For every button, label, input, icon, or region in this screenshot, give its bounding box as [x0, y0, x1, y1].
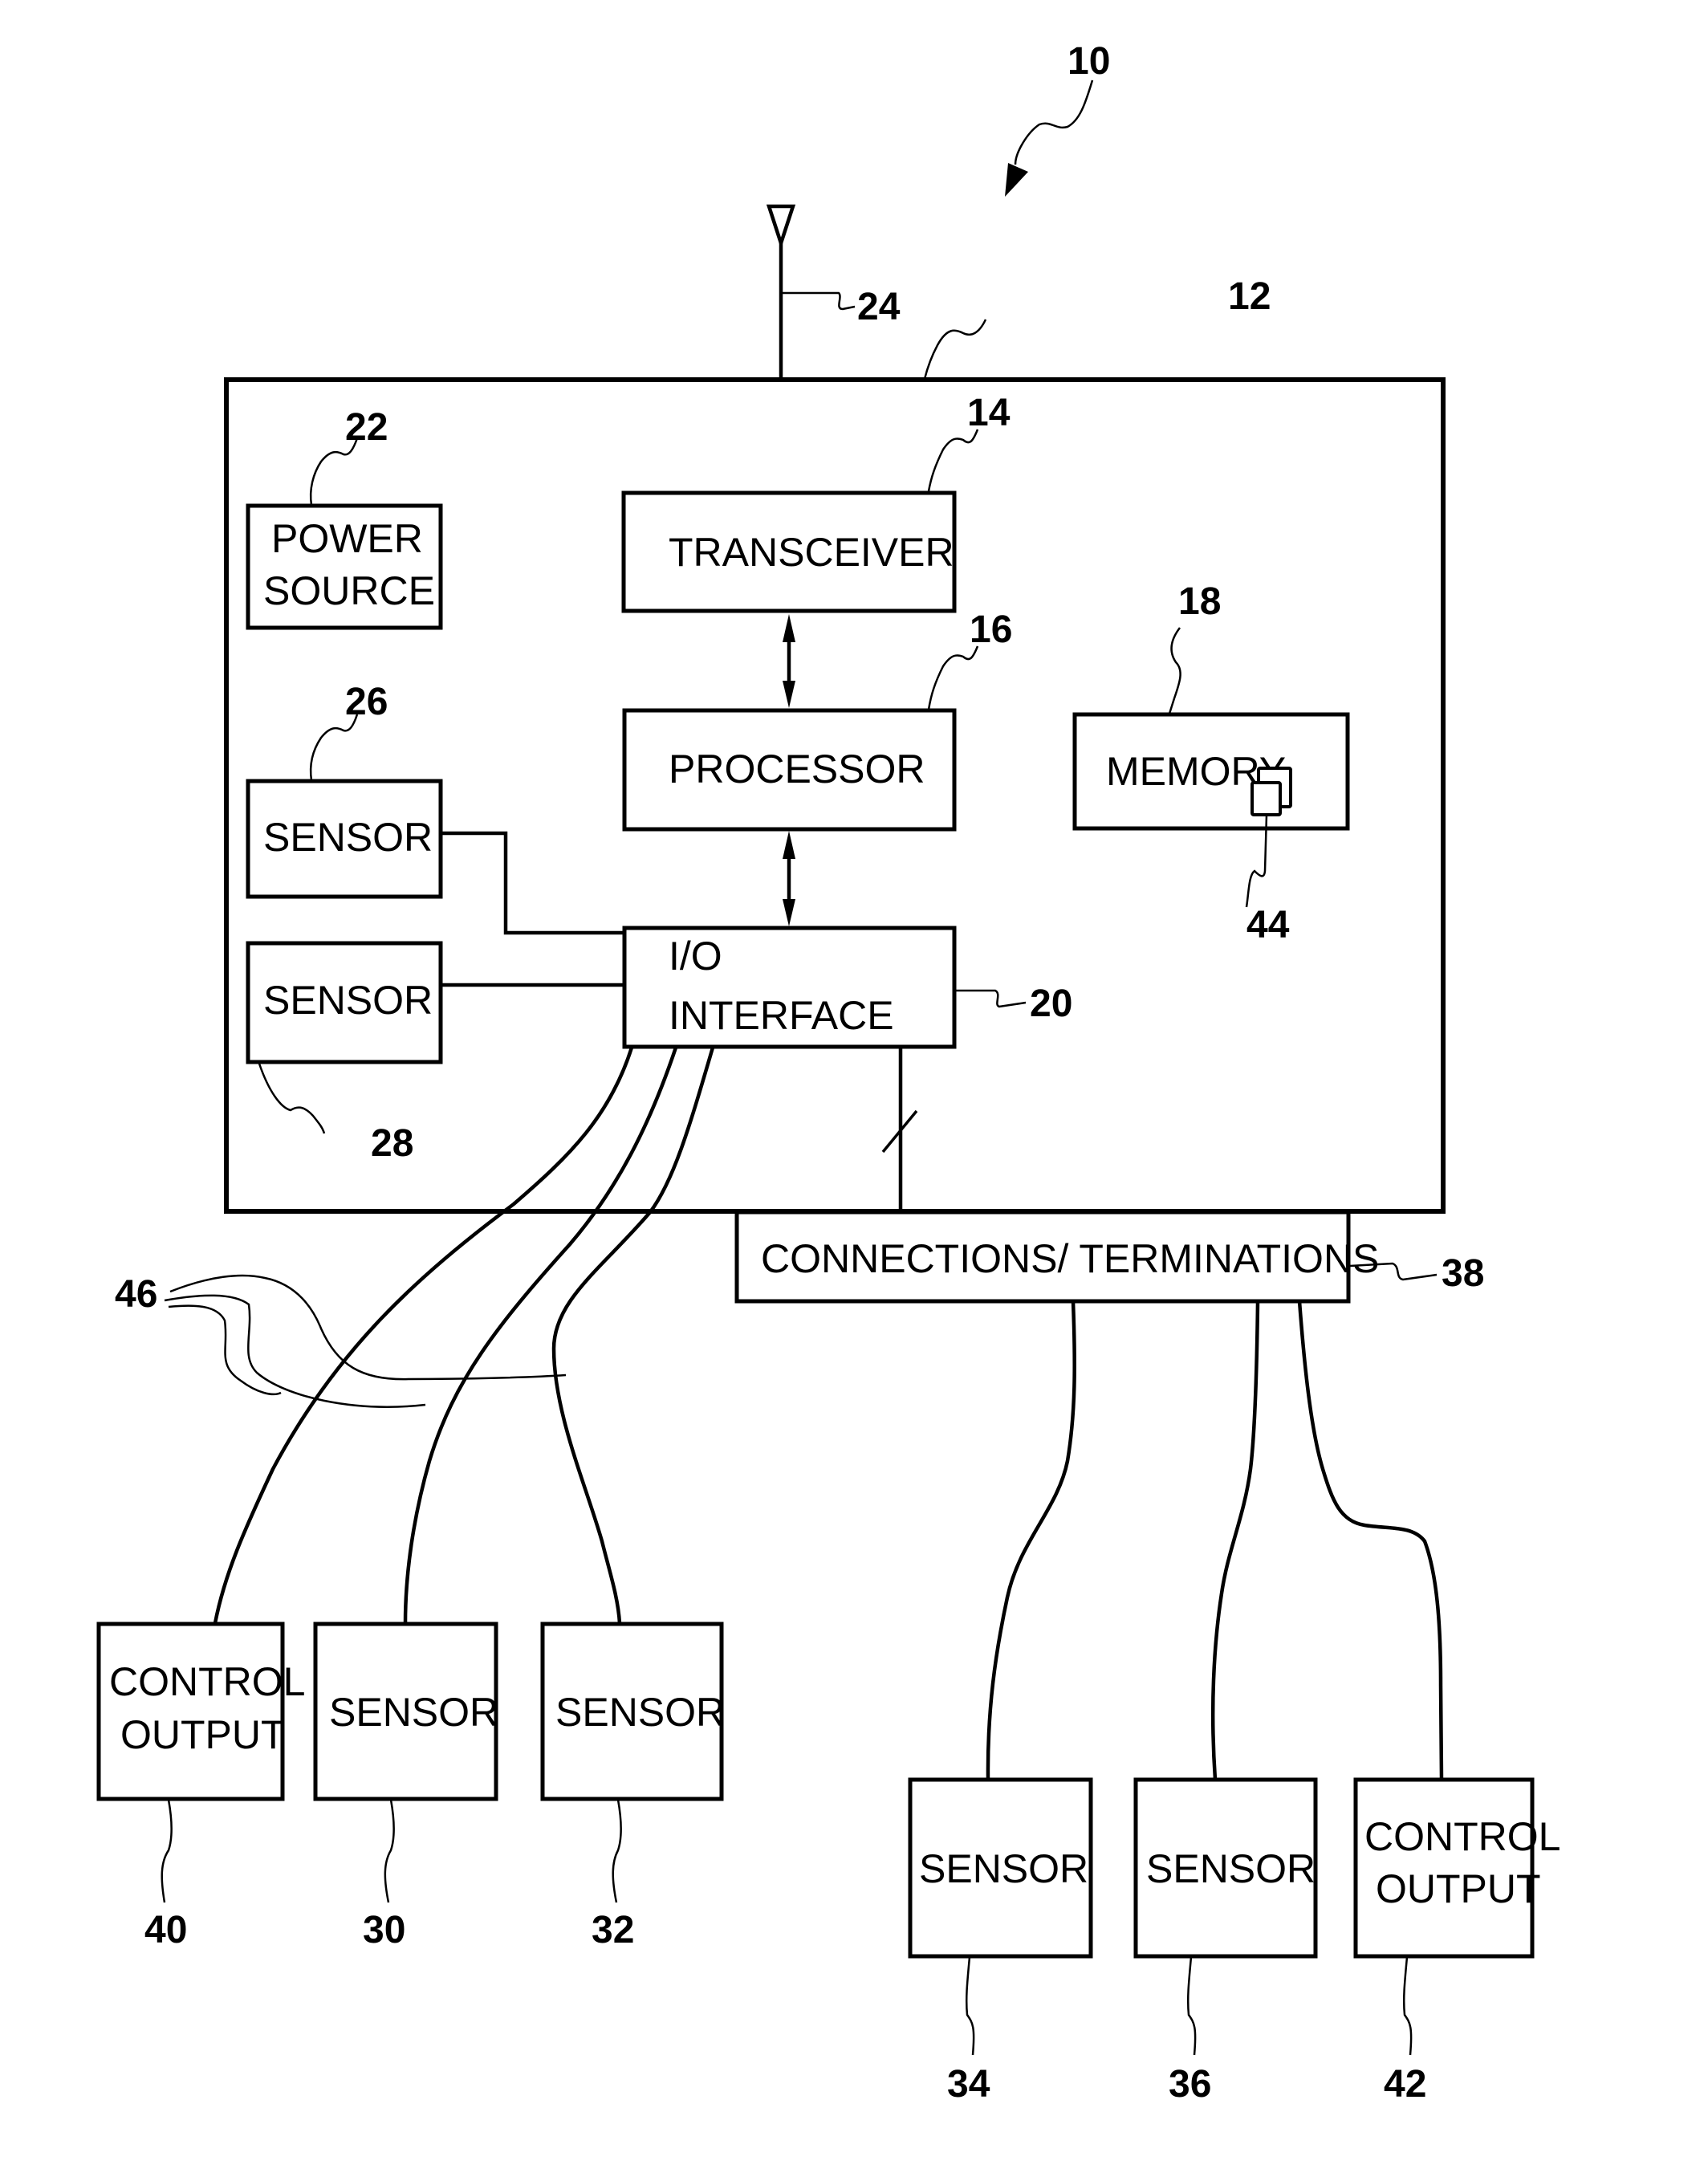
ref-32-leader: [612, 1799, 622, 1903]
ref-30-leader: [384, 1799, 395, 1903]
ref-26: 26: [345, 681, 388, 723]
ref-40-leader: [161, 1799, 173, 1903]
ref-38: 38: [1442, 1252, 1484, 1295]
ref-32: 32: [592, 1909, 634, 1951]
ref-34: 34: [947, 2063, 990, 2106]
ref-46: 46: [115, 1273, 157, 1316]
io-interface-label-line1: I/O: [669, 934, 722, 979]
internal-sensor-28-label: SENSOR: [263, 978, 433, 1023]
ref-24: 24: [857, 286, 901, 328]
ref-42-leader: [1402, 1956, 1413, 2056]
io-interface-label-line2: INTERFACE: [669, 993, 894, 1038]
connections-terminations-label: CONNECTIONS/ TERMINATIONS: [761, 1236, 1379, 1281]
control-output-40-block: [96, 1622, 285, 1801]
block-diagram: 10 24 12 TRANSCEIVER 14 PROCESSOR 16 I/O…: [96, 40, 1560, 2106]
sensor-30-label: SENSOR: [329, 1690, 498, 1735]
processor-label: PROCESSOR: [669, 747, 925, 791]
wire-connections-to-sensor-34: [986, 1300, 1076, 1780]
ref-36-leader: [1186, 1956, 1197, 2056]
ref-16: 16: [970, 608, 1012, 651]
control-output-42-label-line2: OUTPUT: [1376, 1866, 1541, 1911]
ref-22: 22: [345, 406, 388, 449]
ref-12: 12: [1228, 275, 1271, 318]
power-source-label-line1: POWER: [271, 516, 423, 561]
power-source-label-line2: SOURCE: [263, 568, 435, 613]
control-output-42-label-line1: CONTROL: [1364, 1814, 1560, 1859]
ref-24-leader: [783, 291, 856, 311]
sensor-34-label: SENSOR: [919, 1846, 1088, 1891]
ref-12-leader: [923, 319, 987, 380]
wire-connections-to-sensor-36: [1210, 1300, 1260, 1780]
ref-46-leader-3: [168, 1304, 282, 1396]
antenna-icon: [766, 204, 796, 250]
ref-42: 42: [1384, 2063, 1426, 2106]
ref-10-arrowhead-icon: [1005, 163, 1028, 197]
ref-36: 36: [1169, 2063, 1211, 2106]
control-output-40-label-line2: OUTPUT: [120, 1712, 286, 1757]
transceiver-label: TRANSCEIVER: [669, 530, 954, 575]
memory-module-front-icon: [1250, 781, 1282, 816]
ref-44: 44: [1246, 904, 1290, 946]
ref-10-leader: [1014, 79, 1094, 165]
ref-34-leader: [965, 1956, 975, 2056]
internal-sensor-26-label: SENSOR: [263, 815, 433, 860]
ref-40: 40: [144, 1909, 187, 1951]
wire-connections-to-control-output-42: [1297, 1300, 1444, 1780]
ref-28: 28: [371, 1122, 413, 1165]
ref-20: 20: [1030, 983, 1072, 1025]
ref-18: 18: [1178, 580, 1221, 623]
sensor-32-label: SENSOR: [555, 1690, 725, 1735]
ref-30: 30: [363, 1909, 405, 1951]
ref-46-leader-1: [169, 1274, 567, 1381]
control-output-40-label-line1: CONTROL: [109, 1659, 305, 1704]
sensor-36-label: SENSOR: [1146, 1846, 1316, 1891]
ref-10: 10: [1068, 40, 1110, 83]
ref-14: 14: [967, 392, 1011, 434]
